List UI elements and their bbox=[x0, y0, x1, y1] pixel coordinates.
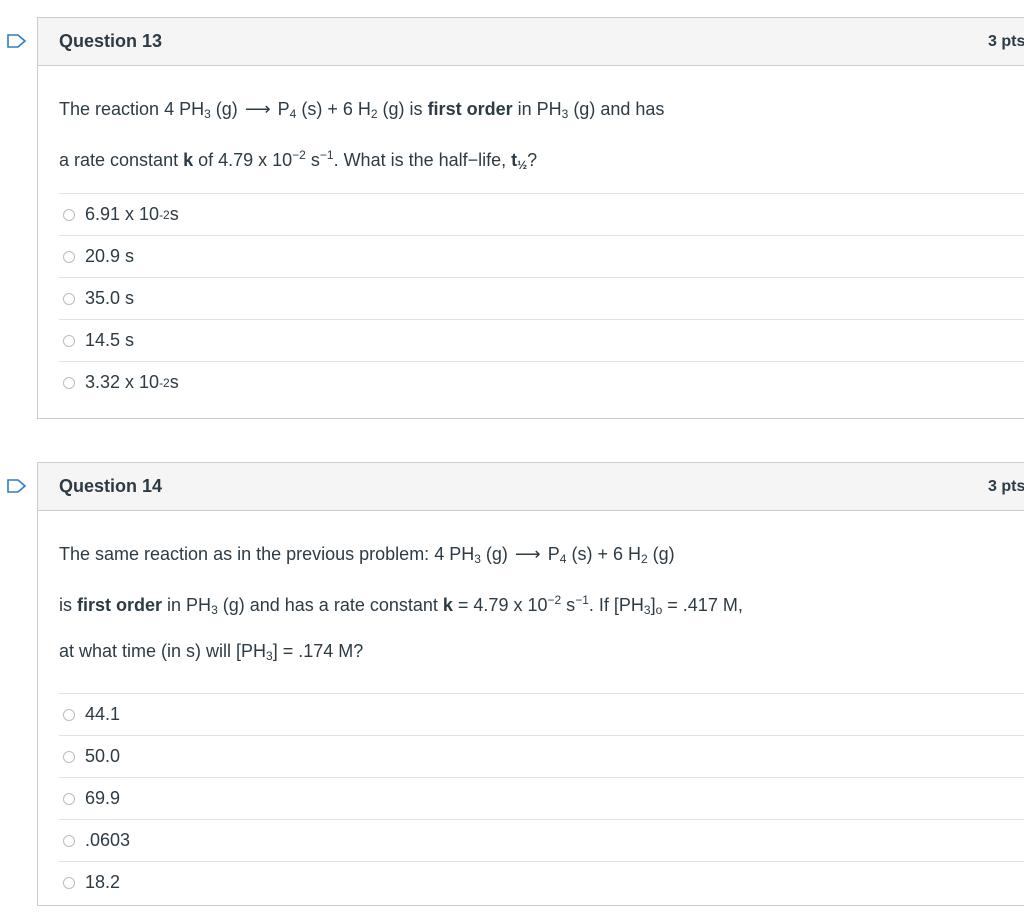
answer-option[interactable]: 35.0 s bbox=[59, 277, 1024, 319]
answer-option[interactable]: 50.0 bbox=[59, 735, 1024, 777]
question-points: 3 pts bbox=[988, 478, 1024, 495]
radio-button[interactable] bbox=[63, 834, 75, 847]
answer-option[interactable]: 44.1 bbox=[59, 693, 1024, 735]
question-text: The reaction 4 PH3 (g) ⟶ P4 (s) + 6 H2 (… bbox=[59, 89, 1024, 186]
answer-option[interactable]: 3.32 x 10 -2 s bbox=[59, 361, 1024, 403]
answer-option[interactable]: .0603 bbox=[59, 819, 1024, 861]
question-14: Question 14 3 pts The same reaction as i… bbox=[37, 462, 1024, 906]
radio-button[interactable] bbox=[63, 208, 75, 221]
answer-list: 44.1 50.0 69.9 .0603 18.2 bbox=[59, 693, 1024, 903]
question-title: Question 14 bbox=[59, 476, 163, 496]
answer-list: 6.91 x 10 -2 s 20.9 s 35.0 s 14.5 s 3.32 … bbox=[59, 193, 1024, 403]
question-body: The reaction 4 PH3 (g) ⟶ P4 (s) + 6 H2 (… bbox=[38, 66, 1024, 403]
question-text-line-1: The same reaction as in the previous pro… bbox=[59, 544, 675, 566]
question-text-line-1: The reaction 4 PH3 (g) ⟶ P4 (s) + 6 H2 (… bbox=[59, 99, 665, 121]
question-points: 3 pts bbox=[988, 33, 1024, 50]
radio-button[interactable] bbox=[63, 708, 75, 721]
question-header: Question 14 3 pts bbox=[38, 463, 1024, 511]
question-text-line-2: a rate constant k of 4.79 x 10−2 s−1. Wh… bbox=[59, 148, 538, 172]
question-text: The same reaction as in the previous pro… bbox=[59, 534, 1024, 677]
radio-button[interactable] bbox=[63, 792, 75, 805]
question-text-line-2: is first order in PH3 (g) and has a rate… bbox=[59, 593, 743, 617]
question-body: The same reaction as in the previous pro… bbox=[38, 511, 1024, 903]
radio-button[interactable] bbox=[63, 750, 75, 763]
question-text-line-3: at what time (in s) will [PH3] = .174 M? bbox=[59, 641, 364, 663]
answer-option[interactable]: 6.91 x 10 -2 s bbox=[59, 193, 1024, 235]
radio-button[interactable] bbox=[63, 876, 75, 889]
question-title: Question 13 bbox=[59, 31, 163, 51]
radio-button[interactable] bbox=[63, 334, 75, 347]
answer-option[interactable]: 20.9 s bbox=[59, 235, 1024, 277]
flag-question-icon[interactable] bbox=[7, 34, 27, 48]
radio-button[interactable] bbox=[63, 250, 75, 263]
answer-option[interactable]: 69.9 bbox=[59, 777, 1024, 819]
radio-button[interactable] bbox=[63, 376, 75, 389]
question-header: Question 13 3 pts bbox=[38, 18, 1024, 66]
question-13: Question 13 3 pts The reaction 4 PH3 (g)… bbox=[37, 17, 1024, 419]
answer-option[interactable]: 14.5 s bbox=[59, 319, 1024, 361]
flag-question-icon[interactable] bbox=[7, 479, 27, 493]
radio-button[interactable] bbox=[63, 292, 75, 305]
answer-option[interactable]: 18.2 bbox=[59, 861, 1024, 903]
